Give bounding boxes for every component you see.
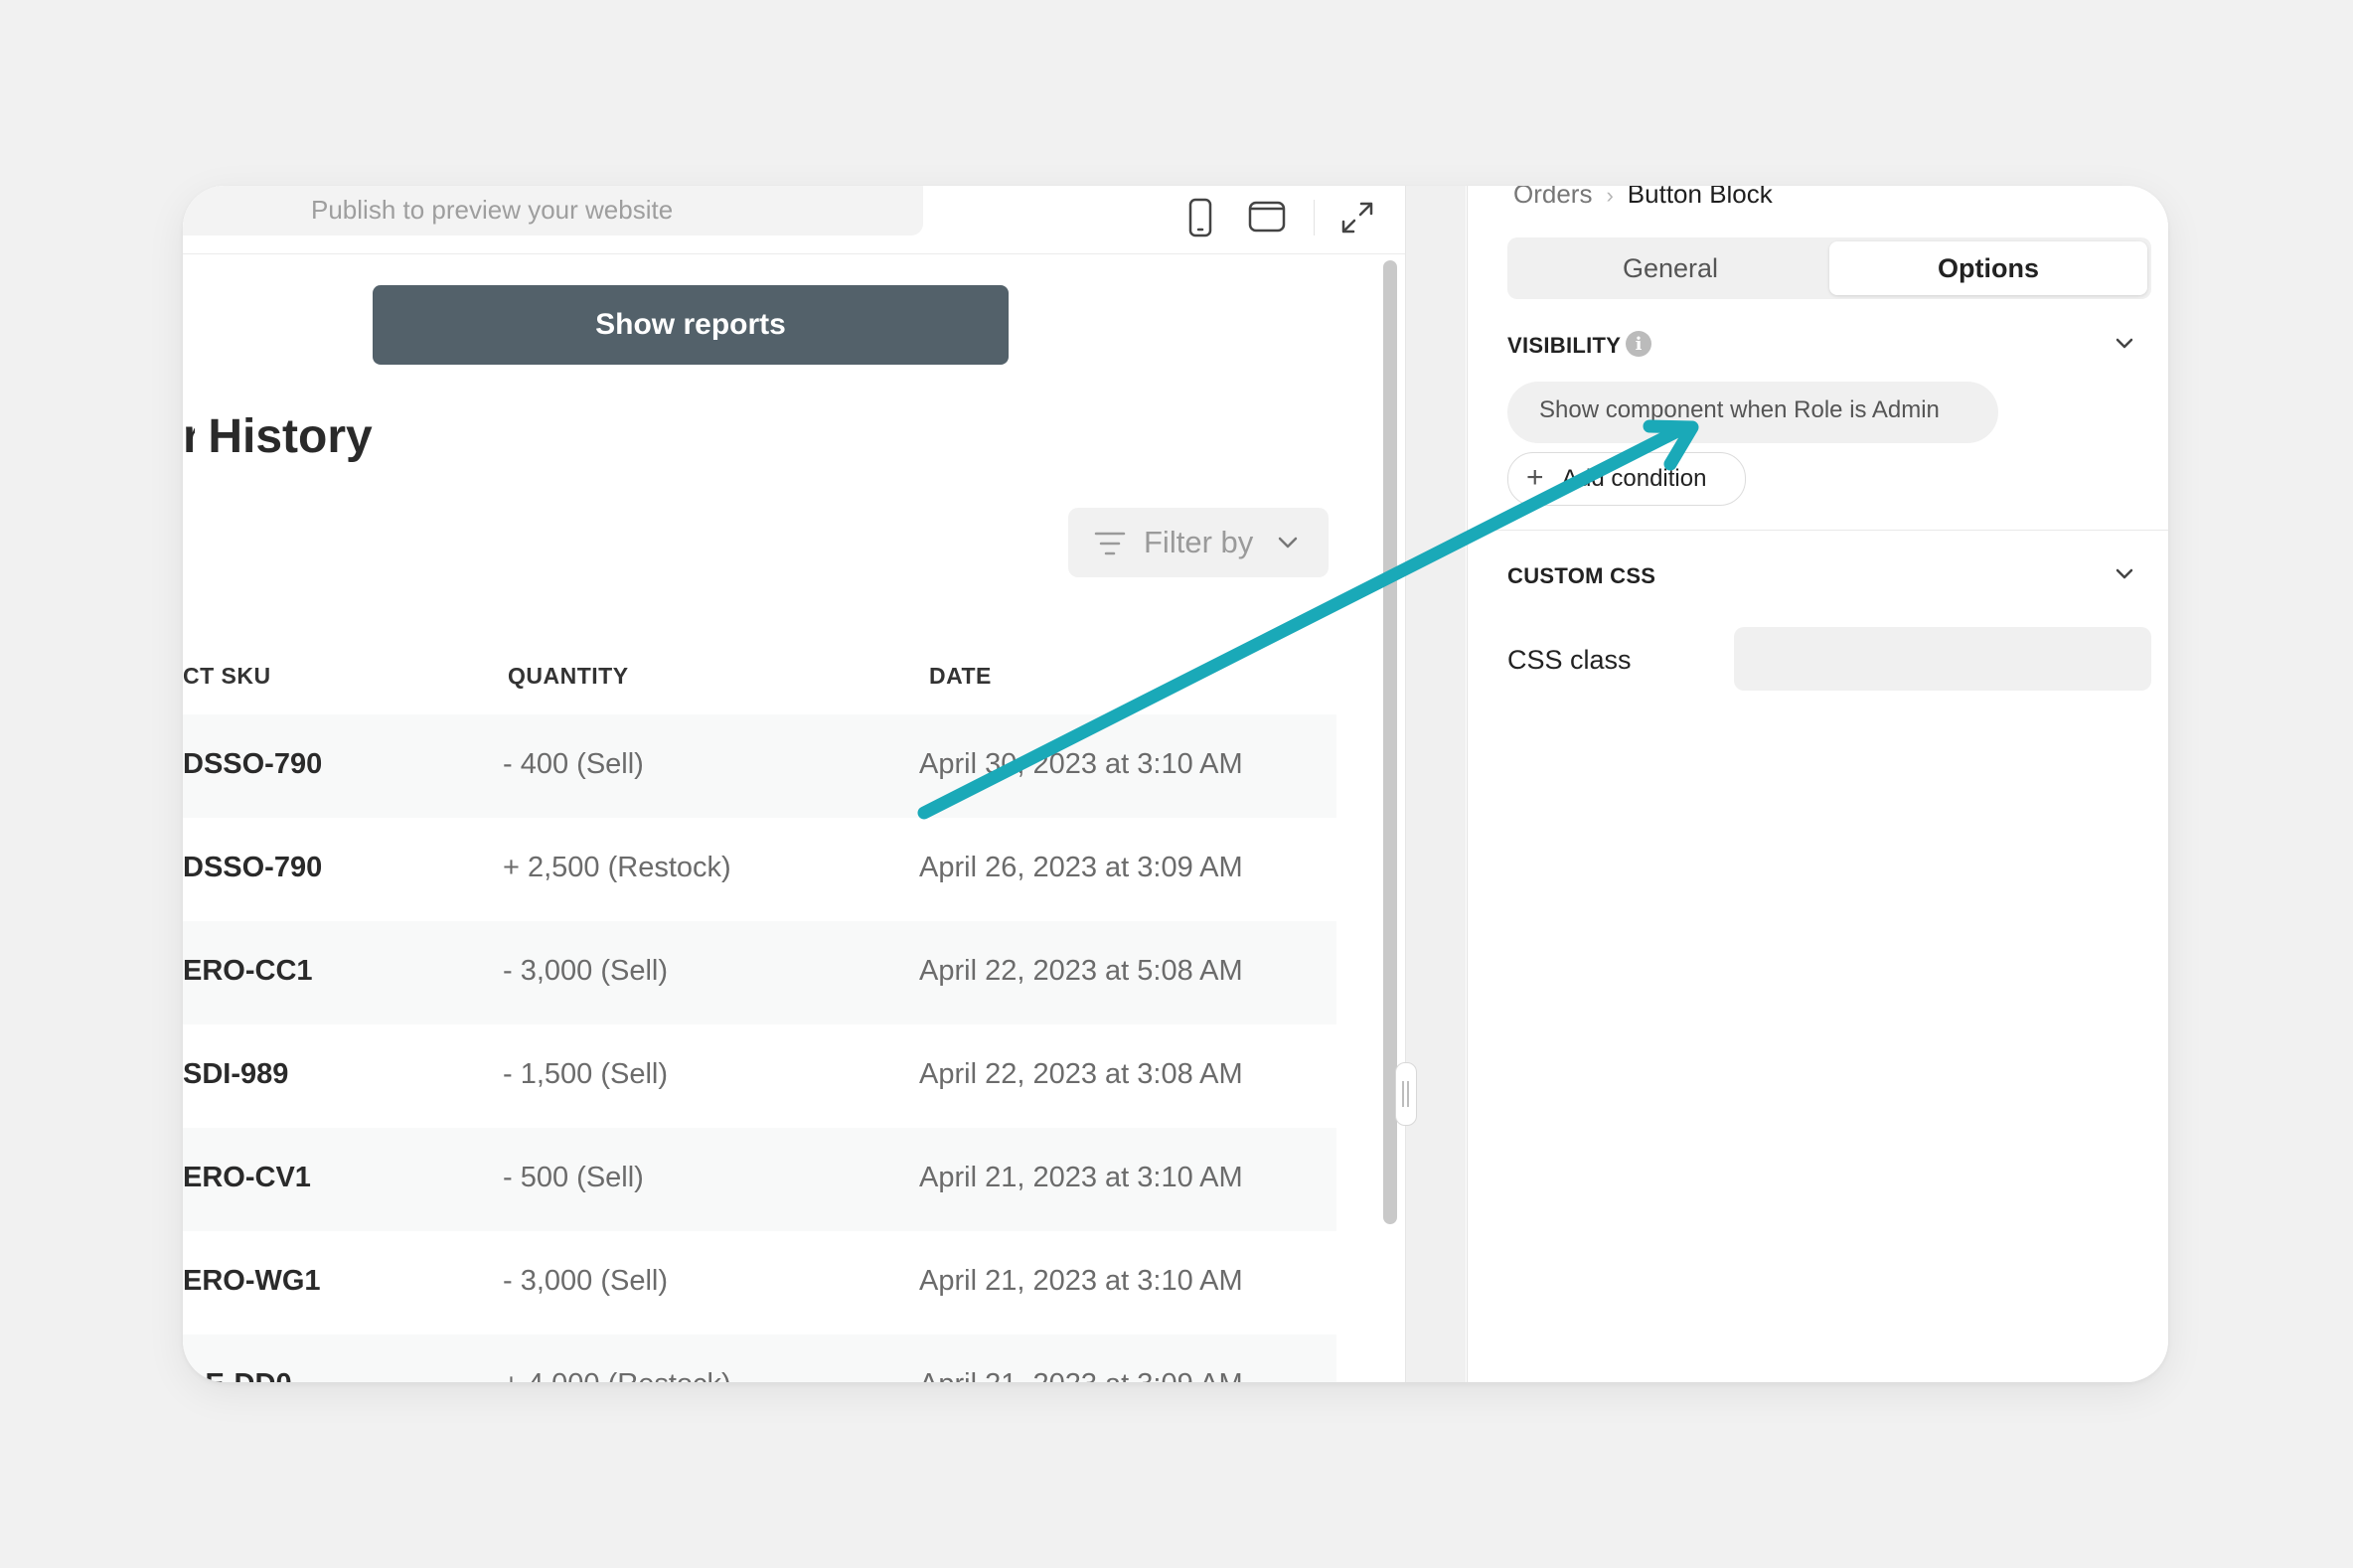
table-row[interactable]: SDI-989 - 1,500 (Sell) April 22, 2023 at… bbox=[183, 1024, 1336, 1128]
inspector-tabs: General Options bbox=[1507, 237, 2151, 299]
quantity-cell: - 500 (Sell) bbox=[503, 1162, 644, 1193]
table-row[interactable]: DSSO-790 + 2,500 (Restock) April 26, 202… bbox=[183, 818, 1336, 921]
quantity-cell: + 2,500 (Restock) bbox=[503, 852, 731, 883]
date-cell: April 21, 2023 at 3:09 AM bbox=[919, 1368, 1243, 1382]
preview-toolbar: Publish to preview your website bbox=[183, 186, 1405, 254]
visibility-condition-chip[interactable]: Show component when Role is Admin bbox=[1507, 382, 1998, 443]
date-cell: April 22, 2023 at 3:08 AM bbox=[919, 1058, 1243, 1090]
date-cell: April 21, 2023 at 3:10 AM bbox=[919, 1162, 1243, 1193]
chevron-down-icon[interactable] bbox=[2114, 563, 2135, 585]
sku-cell: ERO-CC1 bbox=[183, 955, 313, 987]
url-placeholder: Publish to preview your website bbox=[311, 195, 674, 225]
table-row[interactable]: ERO-CC1 - 3,000 (Sell) April 22, 2023 at… bbox=[183, 921, 1336, 1024]
panel-gutter bbox=[1406, 186, 1466, 1382]
section-divider bbox=[1468, 530, 2168, 531]
add-condition-label: Add condition bbox=[1562, 465, 1707, 492]
date-cell: April 30, 2023 at 3:10 AM bbox=[919, 748, 1243, 780]
date-cell: April 22, 2023 at 5:08 AM bbox=[919, 955, 1243, 987]
history-table: DSSO-790 - 400 (Sell) April 30, 2023 at … bbox=[183, 714, 1336, 1382]
quantity-cell: - 3,000 (Sell) bbox=[503, 955, 669, 987]
expand-icon[interactable] bbox=[1335, 196, 1379, 239]
url-bar[interactable]: Publish to preview your website bbox=[183, 186, 923, 235]
breadcrumb: Orders › Button Block bbox=[1513, 186, 1773, 210]
table-row[interactable]: OE-DD0 + 4,000 (Restock) April 21, 2023 … bbox=[183, 1334, 1336, 1382]
visibility-section-title[interactable]: VISIBILITY bbox=[1507, 333, 1621, 359]
mobile-icon[interactable] bbox=[1178, 196, 1222, 239]
toolbar-divider bbox=[1314, 200, 1315, 235]
date-cell: April 21, 2023 at 3:10 AM bbox=[919, 1265, 1243, 1297]
website-preview: Publish to preview your website Show rep… bbox=[183, 186, 1406, 1382]
plus-icon: + bbox=[1526, 461, 1544, 494]
quantity-cell: - 400 (Sell) bbox=[503, 748, 644, 780]
table-row[interactable]: ERO-CV1 - 500 (Sell) April 21, 2023 at 3… bbox=[183, 1128, 1336, 1231]
chevron-right-icon: › bbox=[1606, 186, 1614, 208]
inspector-panel: Orders › Button Block General Options VISI… bbox=[1467, 186, 2168, 1382]
sku-cell: ERO-CV1 bbox=[183, 1162, 311, 1193]
sku-cell: DSSO-790 bbox=[183, 852, 323, 883]
sku-cell: DSSO-790 bbox=[183, 748, 323, 780]
app-window: Publish to preview your website Show rep… bbox=[183, 186, 2168, 1382]
breadcrumb-current: Button Block bbox=[1627, 186, 1773, 209]
tablet-icon[interactable] bbox=[1245, 196, 1289, 239]
table-row[interactable]: DSSO-790 - 400 (Sell) April 30, 2023 at … bbox=[183, 714, 1336, 818]
tab-options[interactable]: Options bbox=[1829, 241, 2147, 295]
quantity-cell: - 1,500 (Sell) bbox=[503, 1058, 669, 1090]
info-icon[interactable]: i bbox=[1626, 331, 1651, 357]
resize-handle[interactable] bbox=[1395, 1062, 1417, 1126]
quantity-cell: + 4,000 (Restock) bbox=[503, 1368, 731, 1382]
condition-text: Show component when Role is Admin bbox=[1539, 396, 1940, 423]
quantity-cell: - 3,000 (Sell) bbox=[503, 1265, 669, 1297]
chevron-down-icon bbox=[1278, 537, 1298, 549]
show-reports-button[interactable]: Show reports bbox=[373, 285, 1009, 365]
column-header-date[interactable]: DATE bbox=[929, 663, 992, 690]
filter-icon bbox=[1094, 532, 1126, 555]
filter-by-button[interactable]: Filter by bbox=[1068, 508, 1329, 577]
sku-cell: OE-DD0 bbox=[183, 1368, 292, 1382]
chevron-down-icon[interactable] bbox=[2114, 333, 2135, 355]
breadcrumb-orders[interactable]: Orders bbox=[1513, 186, 1592, 209]
sku-cell: SDI-989 bbox=[183, 1058, 289, 1090]
column-header-quantity[interactable]: QUANTITY bbox=[508, 663, 629, 690]
date-cell: April 26, 2023 at 3:09 AM bbox=[919, 852, 1243, 883]
column-header-sku[interactable]: CT SKU bbox=[183, 663, 271, 690]
sku-cell: ERO-WG1 bbox=[183, 1265, 321, 1297]
table-row[interactable]: ERO-WG1 - 3,000 (Sell) April 21, 2023 at… bbox=[183, 1231, 1336, 1334]
custom-css-section-title[interactable]: CUSTOM CSS bbox=[1507, 563, 1655, 589]
page-title: r History bbox=[183, 410, 373, 463]
tab-general[interactable]: General bbox=[1511, 241, 1829, 295]
add-condition-button[interactable]: + Add condition bbox=[1507, 452, 1746, 506]
css-class-label: CSS class bbox=[1507, 645, 1632, 675]
filter-label: Filter by bbox=[1144, 525, 1254, 559]
css-class-input[interactable] bbox=[1734, 627, 2151, 691]
